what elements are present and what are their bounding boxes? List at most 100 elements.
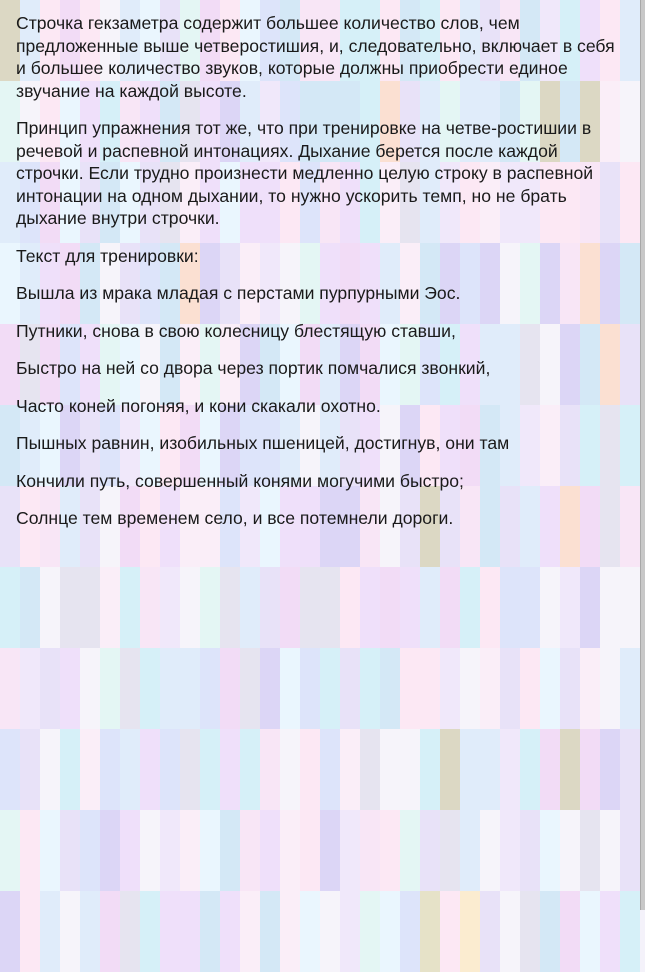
mosaic-tile	[40, 648, 60, 729]
mosaic-tile	[600, 729, 620, 810]
mosaic-tile	[560, 648, 580, 729]
mosaic-tile	[380, 729, 400, 810]
mosaic-tile	[420, 567, 440, 648]
mosaic-tile	[540, 567, 560, 648]
mosaic-tile	[500, 891, 520, 972]
mosaic-tile	[320, 891, 340, 972]
mosaic-tile	[300, 891, 320, 972]
mosaic-tile	[400, 891, 420, 972]
mosaic-tile	[200, 729, 220, 810]
mosaic-tile	[200, 891, 220, 972]
mosaic-tile	[120, 567, 140, 648]
mosaic-tile	[180, 810, 200, 891]
mosaic-tile	[380, 891, 400, 972]
mosaic-tile	[0, 729, 20, 810]
verse-line: Вышла из мрака младая с перстами пурпурн…	[16, 283, 461, 303]
mosaic-tile	[80, 810, 100, 891]
mosaic-tile	[500, 567, 520, 648]
mosaic-tile	[100, 891, 120, 972]
mosaic-tile	[160, 567, 180, 648]
mosaic-tile	[600, 648, 620, 729]
mosaic-tile	[480, 648, 500, 729]
mosaic-tile	[480, 810, 500, 891]
mosaic-tile	[360, 810, 380, 891]
mosaic-tile	[360, 648, 380, 729]
mosaic-tile	[460, 567, 480, 648]
mosaic-tile	[200, 567, 220, 648]
mosaic-tile	[420, 648, 440, 729]
mosaic-tile	[340, 729, 360, 810]
mosaic-tile	[280, 567, 300, 648]
mosaic-tile	[220, 567, 240, 648]
mosaic-tile	[300, 810, 320, 891]
mosaic-tile	[560, 567, 580, 648]
mosaic-tile	[300, 567, 320, 648]
mosaic-tile	[400, 648, 420, 729]
mosaic-tile	[240, 810, 260, 891]
mosaic-tile	[280, 648, 300, 729]
mosaic-tile	[180, 648, 200, 729]
mosaic-tile	[440, 567, 460, 648]
mosaic-tile	[60, 648, 80, 729]
mosaic-tile	[460, 648, 480, 729]
mosaic-tile	[80, 648, 100, 729]
mosaic-tile	[560, 891, 580, 972]
mosaic-tile	[420, 810, 440, 891]
mosaic-tile	[40, 729, 60, 810]
verse-line: Пышных равнин, изобильных пшеницей, дост…	[16, 433, 510, 453]
mosaic-tile	[0, 648, 20, 729]
mosaic-tile	[520, 729, 540, 810]
mosaic-tile	[20, 648, 40, 729]
mosaic-tile	[360, 729, 380, 810]
mosaic-tile	[60, 891, 80, 972]
mosaic-tile	[200, 648, 220, 729]
mosaic-tile	[300, 648, 320, 729]
mosaic-tile	[240, 567, 260, 648]
mosaic-tile	[340, 891, 360, 972]
mosaic-tile	[220, 810, 240, 891]
mosaic-tile	[620, 810, 640, 891]
mosaic-tile	[180, 729, 200, 810]
mosaic-tile	[540, 729, 560, 810]
mosaic-tile	[0, 810, 20, 891]
mosaic-tile	[620, 729, 640, 810]
mosaic-tile	[520, 648, 540, 729]
mosaic-tile	[320, 648, 340, 729]
mosaic-tile	[540, 891, 560, 972]
training-text-label: Текст для тренировки:	[16, 245, 199, 266]
mosaic-tile	[120, 648, 140, 729]
mosaic-tile	[160, 729, 180, 810]
mosaic-tile	[380, 648, 400, 729]
mosaic-tile	[260, 567, 280, 648]
scrollbar[interactable]	[640, 0, 645, 910]
mosaic-tile	[500, 810, 520, 891]
mosaic-tile	[480, 891, 500, 972]
mosaic-tile	[320, 567, 340, 648]
mosaic-tile	[120, 891, 140, 972]
mosaic-tile	[380, 567, 400, 648]
mosaic-tile	[260, 729, 280, 810]
mosaic-tile	[360, 891, 380, 972]
mosaic-tile	[480, 567, 500, 648]
mosaic-tile	[140, 891, 160, 972]
paragraph-hexameter-intro: Строчка гекзаметра содержит большее коли…	[16, 13, 615, 101]
mosaic-tile	[620, 891, 640, 972]
mosaic-tile	[260, 648, 280, 729]
mosaic-tile	[140, 729, 160, 810]
mosaic-tile	[60, 729, 80, 810]
mosaic-tile	[300, 729, 320, 810]
mosaic-tile	[260, 891, 280, 972]
mosaic-tile	[440, 810, 460, 891]
mosaic-tile	[140, 810, 160, 891]
mosaic-tile	[480, 729, 500, 810]
mosaic-tile	[240, 891, 260, 972]
verse-line: Часто коней погоняя, и кони скакали охот…	[16, 395, 381, 416]
mosaic-tile	[180, 567, 200, 648]
mosaic-tile	[440, 891, 460, 972]
mosaic-tile	[340, 648, 360, 729]
mosaic-tile	[560, 729, 580, 810]
mosaic-tile	[200, 810, 220, 891]
mosaic-tile	[420, 729, 440, 810]
mosaic-tile	[260, 810, 280, 891]
verse-line: Кончили путь, совершенный конями могучим…	[16, 470, 464, 491]
